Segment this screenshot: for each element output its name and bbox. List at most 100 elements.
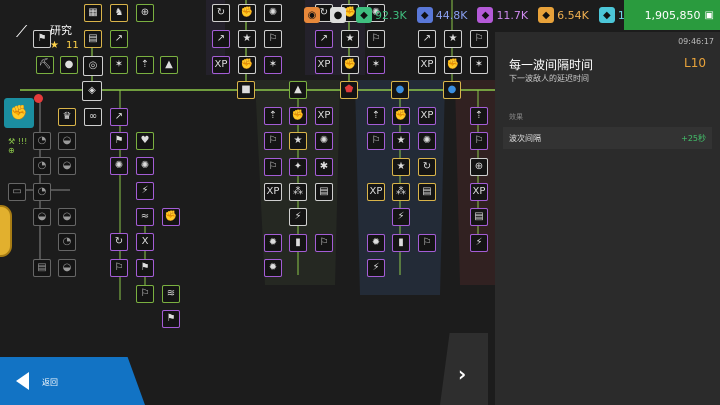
tree-node[interactable]: ⛏ [36, 56, 54, 74]
tree-node[interactable]: ✹ [264, 234, 282, 252]
tree-node[interactable]: ▤ [470, 208, 488, 226]
tree-node[interactable]: ♛ [58, 108, 76, 126]
tree-node[interactable]: ↗ [315, 30, 333, 48]
tree-node[interactable]: XP [367, 183, 385, 201]
tree-node[interactable]: ✊ [162, 208, 180, 226]
tree-node-locked[interactable]: ◒ [58, 259, 76, 277]
tree-node[interactable]: ▦ [84, 4, 102, 22]
resource-purple[interactable]: ◆ 11.7K [473, 0, 532, 30]
tree-node[interactable]: ✺ [315, 132, 333, 150]
tree-node[interactable]: ⇡ [136, 56, 154, 74]
tree-node[interactable]: ✹ [367, 234, 385, 252]
tree-node[interactable]: ⁂ [289, 183, 307, 201]
tree-node[interactable]: ⚐ [367, 132, 385, 150]
tree-node-locked[interactable]: ◔ [33, 183, 51, 201]
tree-node[interactable]: ✊ [238, 4, 256, 22]
resource-green[interactable]: ◆ 92.3K [352, 0, 411, 30]
tree-node[interactable]: ✺ [264, 4, 282, 22]
tree-node[interactable]: ◈ [82, 81, 102, 101]
tree-node[interactable]: ⊕ [470, 158, 488, 176]
tree-node[interactable]: ★ [392, 158, 410, 176]
tree-node-locked[interactable]: ◒ [58, 208, 76, 226]
tree-node[interactable]: ✊ [238, 56, 256, 74]
tree-node[interactable]: ↗ [418, 30, 436, 48]
tree-node[interactable]: ■ [237, 81, 255, 99]
tree-node[interactable]: ⇡ [264, 107, 282, 125]
tree-node[interactable]: ↗ [212, 30, 230, 48]
tree-node[interactable]: ▲ [289, 81, 307, 99]
tree-node[interactable]: ✺ [110, 157, 128, 175]
tree-node-locked[interactable]: ◔ [58, 233, 76, 251]
tree-node[interactable]: ✦ [289, 158, 307, 176]
tree-node[interactable]: ⚡ [289, 208, 307, 226]
tree-node[interactable]: ↻ [212, 4, 230, 22]
tree-node[interactable]: ▮ [392, 234, 410, 252]
tree-node[interactable]: ✶ [470, 56, 488, 74]
tree-node[interactable]: ● [60, 56, 78, 74]
tree-node[interactable]: ★ [289, 132, 307, 150]
tree-node[interactable]: ✺ [136, 157, 154, 175]
tree-node[interactable]: ⚐ [470, 30, 488, 48]
tree-node[interactable]: ⚐ [264, 132, 282, 150]
tree-node[interactable]: ⚐ [110, 259, 128, 277]
tree-node[interactable]: XP [470, 183, 488, 201]
tree-node-locked[interactable]: ◒ [58, 132, 76, 150]
tree-node[interactable]: XP [418, 107, 436, 125]
resource-blue[interactable]: ◆ 44.8K [413, 0, 472, 30]
tree-node[interactable]: ↻ [110, 233, 128, 251]
tree-node-locked[interactable]: ◒ [58, 157, 76, 175]
tree-node[interactable]: ✊ [444, 56, 462, 74]
tree-node[interactable]: ▤ [315, 183, 333, 201]
tree-node[interactable]: ⁂ [392, 183, 410, 201]
tree-node[interactable]: ⚐ [264, 158, 282, 176]
tree-node[interactable]: ▲ [160, 56, 178, 74]
tree-node[interactable]: ▮ [289, 234, 307, 252]
tree-node[interactable]: ≋ [162, 285, 180, 303]
tree-node[interactable]: ⚐ [315, 234, 333, 252]
tree-node[interactable]: ⚑ [136, 259, 154, 277]
tree-node[interactable]: ⚡ [367, 259, 385, 277]
tree-node[interactable]: XP [315, 56, 333, 74]
tree-node-locked[interactable]: ◔ [33, 157, 51, 175]
tree-node[interactable]: XP [315, 107, 333, 125]
tree-node[interactable]: ◎ [83, 56, 103, 76]
tree-node[interactable]: ↗ [110, 108, 128, 126]
tree-node-locked[interactable]: ▤ [33, 259, 51, 277]
tree-node[interactable]: ● [391, 81, 409, 99]
tree-node[interactable]: ✶ [264, 56, 282, 74]
resource-orange[interactable]: ◆ 6.54K [534, 0, 593, 30]
fist-badge-icon[interactable]: ✊ [4, 98, 34, 128]
tree-node[interactable]: ⚑ [110, 132, 128, 150]
tree-node[interactable]: ✊ [341, 56, 359, 74]
tree-node[interactable]: ⇡ [367, 107, 385, 125]
tree-node[interactable]: X [136, 233, 154, 251]
tree-node[interactable]: ⚡ [470, 234, 488, 252]
tree-node[interactable]: ⚡ [136, 182, 154, 200]
tree-node[interactable]: ↻ [418, 158, 436, 176]
resource-token-orange[interactable]: ◉ [300, 0, 324, 30]
tree-node[interactable]: ✱ [315, 158, 333, 176]
tree-node[interactable]: ⚐ [264, 30, 282, 48]
tree-node[interactable]: ★ [392, 132, 410, 150]
money-display[interactable]: 1,905,850 ▣ [624, 0, 720, 30]
tree-node[interactable]: ↗ [110, 30, 128, 48]
tree-node[interactable]: ▤ [84, 30, 102, 48]
tree-node[interactable]: ✊ [392, 107, 410, 125]
tree-node[interactable]: ⚐ [470, 132, 488, 150]
tree-node[interactable]: ● [443, 81, 461, 99]
tree-node-locked[interactable]: ▭ [8, 183, 26, 201]
tree-node[interactable]: ✹ [264, 259, 282, 277]
tree-node[interactable]: XP [418, 56, 436, 74]
tree-node[interactable]: ✶ [367, 56, 385, 74]
tree-node[interactable]: ⚑ [162, 310, 180, 328]
tree-node[interactable]: ⚐ [136, 285, 154, 303]
tree-node[interactable]: ⚡ [392, 208, 410, 226]
tree-node[interactable]: XP [212, 56, 230, 74]
tree-node[interactable]: XP [264, 183, 282, 201]
tree-node[interactable]: ⇡ [470, 107, 488, 125]
tree-node[interactable]: ✺ [418, 132, 436, 150]
tree-node[interactable]: ♥ [136, 132, 154, 150]
resource-token-white[interactable]: ● [326, 0, 350, 30]
tree-node[interactable]: ≈ [136, 208, 154, 226]
tree-node[interactable]: ⬟ [340, 81, 358, 99]
